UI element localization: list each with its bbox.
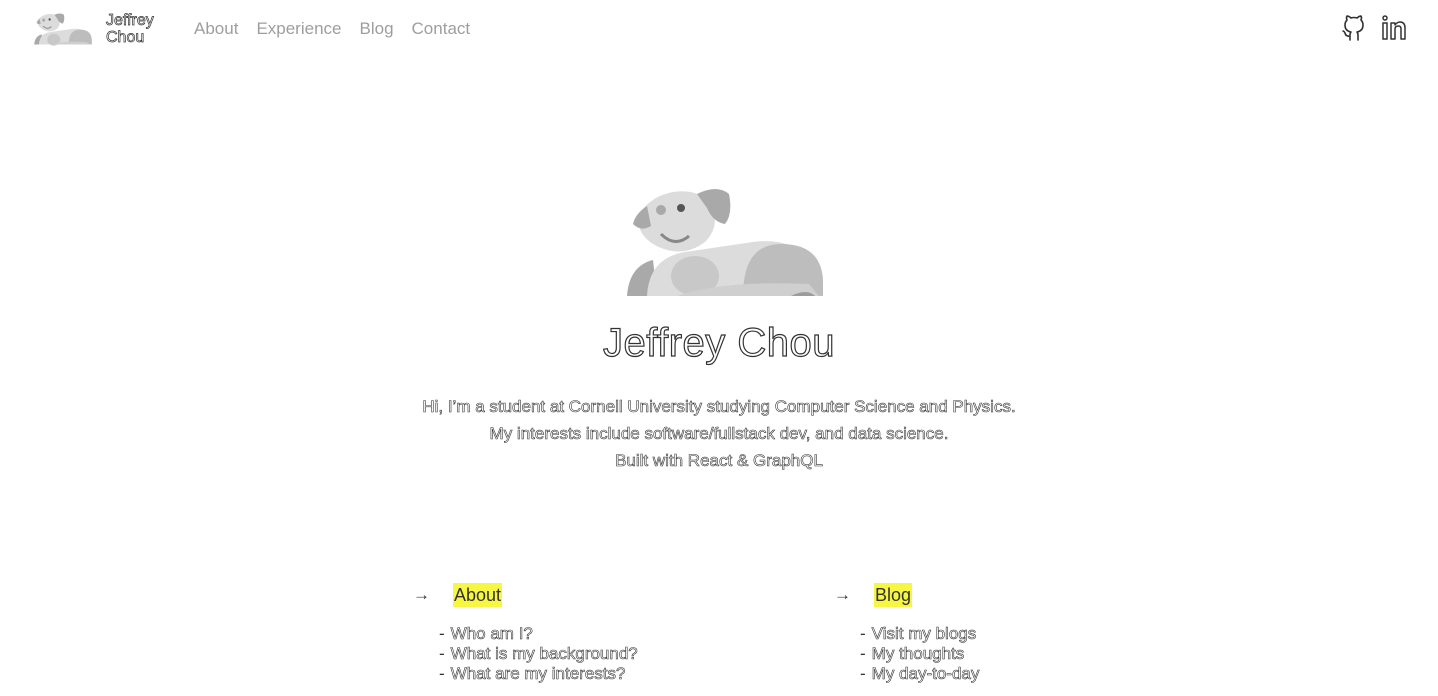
nav-blog[interactable]: Blog <box>360 19 394 39</box>
main-nav: About Experience Blog Contact <box>194 19 470 39</box>
brand-line2: Chou <box>106 29 145 47</box>
nav-contact[interactable]: Contact <box>412 19 471 39</box>
intro-line-1: Hi, I’m a student at Cornell University … <box>422 397 1016 417</box>
header: Jeffrey Chou About Experience Blog Conta… <box>0 0 1438 58</box>
list-item: - My thoughts <box>860 644 965 664</box>
nav-about[interactable]: About <box>194 19 238 39</box>
github-icon[interactable] <box>1341 14 1367 42</box>
blog-section: → Blog - Visit my blogs - My thoughts - My … <box>834 582 1154 684</box>
arrow-right-icon: → <box>413 585 430 604</box>
blog-link[interactable]: Blog <box>874 583 913 607</box>
intro-line-3: Built with React & GraphQL <box>615 451 823 471</box>
dog-illustration <box>627 189 823 296</box>
list-item: - Who am I? <box>439 624 533 644</box>
list-item: - What is my background? <box>439 644 638 664</box>
about-link[interactable]: About <box>453 583 503 607</box>
list-item: - Visit my blogs <box>860 624 977 644</box>
brand-line1: Jeffrey <box>106 12 154 30</box>
arrow-right-icon: → <box>834 585 851 604</box>
about-list: - Who am I? - What is my background? - What… <box>439 624 733 684</box>
intro-line-2: My interests include software/fullstack … <box>489 424 949 444</box>
intro-text: Hi, I’m a student at Cornell University … <box>0 393 1438 474</box>
list-item: - What are my interests? <box>439 664 626 684</box>
about-section: → About - Who am I? - What is my backgroun… <box>413 582 733 684</box>
linkedin-icon[interactable] <box>1381 14 1407 42</box>
dog-logo-icon[interactable] <box>33 12 93 46</box>
list-item: - My day-to-day <box>860 664 980 684</box>
blog-list: - Visit my blogs - My thoughts - My day-to-… <box>860 624 1154 684</box>
page: Jeffrey Chou About Experience Blog Conta… <box>0 0 1438 696</box>
nav-experience[interactable]: Experience <box>256 19 341 39</box>
brand-link[interactable]: Jeffrey Chou <box>106 12 154 47</box>
hero-name: Jeffrey Chou <box>602 320 836 365</box>
